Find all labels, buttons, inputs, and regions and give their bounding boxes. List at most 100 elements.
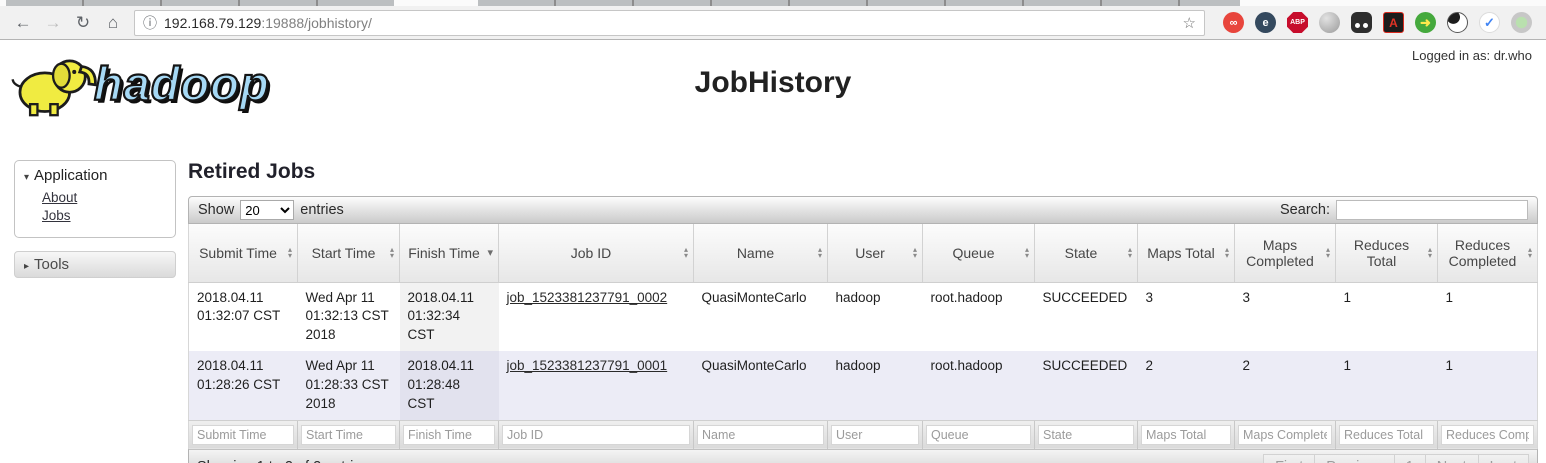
filter-input-submit-time[interactable] [192, 425, 294, 445]
filter-input-queue[interactable] [926, 425, 1031, 445]
job-link[interactable]: job_1523381237791_0002 [507, 290, 668, 305]
column-header-name[interactable]: Name▴▾ [694, 224, 828, 282]
adblock-plus-icon[interactable]: ABP [1287, 12, 1308, 33]
browser-tab-strip[interactable] [0, 0, 1546, 6]
sort-icon: ▴▾ [818, 247, 822, 259]
filter-cell [923, 420, 1035, 449]
pagination-page-1[interactable]: 1 [1395, 454, 1426, 463]
search-input[interactable] [1336, 200, 1528, 220]
infinity-extension-icon[interactable]: ∞ [1223, 12, 1244, 33]
ext-glyph: ➜ [1420, 15, 1431, 31]
sidebar: ▾Application About Jobs ▸ Tools [14, 160, 176, 463]
column-header-job-id[interactable]: Job ID▴▾ [499, 224, 694, 282]
reload-icon[interactable]: ↻ [70, 13, 96, 33]
column-label: Reduces Completed [1449, 237, 1517, 269]
ext-glyph: ABP [1290, 19, 1305, 26]
column-header-finish-time[interactable]: Finish Time▾ [400, 224, 499, 282]
column-label: Submit Time [199, 245, 277, 261]
pagination-first[interactable]: First [1263, 454, 1315, 463]
blue-check-extension-icon[interactable]: ✓ [1479, 12, 1500, 33]
green-arrow-extension-icon[interactable]: ➜ [1415, 12, 1436, 33]
filter-cell [828, 420, 923, 449]
filter-input-reduces-completed[interactable] [1441, 425, 1534, 445]
column-header-reduces-total[interactable]: Reduces Total▴▾ [1336, 224, 1438, 282]
filter-input-finish-time[interactable] [403, 425, 495, 445]
sort-icon: ▴▾ [1528, 247, 1532, 259]
filter-input-reduces-total[interactable] [1339, 425, 1434, 445]
column-label: Maps Completed [1246, 237, 1314, 269]
page-header: hadoop Logged in as: dr.who JobHistory [0, 40, 1546, 140]
sidebar-item-about[interactable]: About [42, 189, 175, 207]
dark-panda-extension-icon[interactable] [1351, 12, 1372, 33]
filter-input-start-time[interactable] [301, 425, 396, 445]
column-header-reduces-completed[interactable]: Reduces Completed ▴▾ [1438, 224, 1538, 282]
tools-label: Tools [34, 256, 69, 273]
column-header-submit-time[interactable]: Submit Time ▴▾ [189, 224, 298, 282]
browser-toolbar: ← → ↻ ⌂ ⓘ 192.168.79.129:19888/jobhistor… [0, 6, 1546, 40]
job-link[interactable]: job_1523381237791_0001 [507, 358, 668, 373]
sort-icon: ▴▾ [684, 247, 688, 259]
bookmark-star-icon[interactable]: ☆ [1183, 14, 1196, 32]
profile-avatar-icon[interactable] [1511, 12, 1532, 33]
filter-input-job-id[interactable] [502, 425, 690, 445]
url-host: 192.168.79.129 [164, 15, 261, 31]
column-label: User [855, 245, 885, 261]
filter-input-name[interactable] [697, 425, 824, 445]
column-header-start-time[interactable]: Start Time▴▾ [298, 224, 400, 282]
address-bar[interactable]: ⓘ 192.168.79.129:19888/jobhistory/ ☆ [134, 10, 1205, 36]
cell-maps-total: 2 [1138, 351, 1235, 420]
filter-input-maps-completed[interactable] [1238, 425, 1332, 445]
cell-finish-time: 2018.04.11 01:32:34 CST [400, 282, 499, 351]
column-header-state[interactable]: State▴▾ [1035, 224, 1138, 282]
filter-input-maps-total[interactable] [1141, 425, 1231, 445]
filter-cell [694, 420, 828, 449]
logged-in-as: Logged in as: dr.who [1412, 48, 1532, 63]
filter-input-state[interactable] [1038, 425, 1134, 445]
cell-submit-time: 2018.04.11 01:32:07 CST [189, 282, 298, 351]
url-text[interactable]: 192.168.79.129:19888/jobhistory/ [164, 15, 372, 31]
pagination-last[interactable]: Last [1479, 454, 1529, 463]
page-size-select[interactable]: 20 [240, 200, 294, 220]
back-icon[interactable]: ← [10, 13, 36, 33]
pagination-previous[interactable]: Previous [1315, 454, 1394, 463]
cell-finish-time: 2018.04.11 01:28:48 CST [400, 351, 499, 420]
adobe-acrobat-icon[interactable]: A [1383, 12, 1404, 33]
filter-input-user[interactable] [831, 425, 919, 445]
sort-icon: ▴▾ [288, 247, 292, 259]
sort-icon: ▴▾ [913, 247, 917, 259]
cell-reduces-total: 1 [1336, 351, 1438, 420]
sidebar-section-tools[interactable]: ▸ Tools [14, 251, 176, 278]
retired-jobs-table: Submit Time▴▾ Start Time▴▾ Finish Time▾ … [188, 224, 1538, 449]
cell-user: hadoop [828, 282, 923, 351]
show-label: Show [198, 202, 234, 218]
filter-cell [499, 420, 694, 449]
cat-extension-icon[interactable] [1447, 12, 1468, 33]
column-header-queue[interactable]: Queue▴▾ [923, 224, 1035, 282]
browser-tabs-left[interactable] [6, 0, 394, 6]
cell-queue: root.hadoop [923, 351, 1035, 420]
pagination-next[interactable]: Next [1426, 454, 1479, 463]
column-header-user[interactable]: User ▴▾ [828, 224, 923, 282]
sphere-extension-icon[interactable] [1319, 12, 1340, 33]
forward-icon[interactable]: → [40, 13, 66, 33]
sidebar-item-jobs[interactable]: Jobs [42, 207, 175, 225]
page-info-icon[interactable]: ⓘ [143, 13, 157, 33]
filter-cell [1035, 420, 1138, 449]
column-label: Start Time [312, 245, 376, 261]
filter-cell [400, 420, 499, 449]
sort-icon: ▴▾ [1128, 247, 1132, 259]
column-header-maps-total[interactable]: Maps Total▴▾ [1138, 224, 1235, 282]
e-badge-extension-icon[interactable]: e [1255, 12, 1276, 33]
column-header-maps-completed[interactable]: Maps Completed▴▾ [1235, 224, 1336, 282]
cell-start-time: Wed Apr 11 01:28:33 CST 2018 [298, 351, 400, 420]
filter-cell [1438, 420, 1538, 449]
browser-tabs-right[interactable] [478, 0, 1240, 6]
filter-cell [298, 420, 400, 449]
chevron-right-icon: ▸ [24, 261, 29, 272]
home-icon[interactable]: ⌂ [100, 13, 126, 33]
cell-name: QuasiMonteCarlo [694, 351, 828, 420]
cell-reduces-completed: 1 [1438, 351, 1538, 420]
application-nav-panel: ▾Application About Jobs [14, 160, 176, 238]
filter-cell [1138, 420, 1235, 449]
sidebar-section-application[interactable]: ▾Application [15, 164, 175, 187]
